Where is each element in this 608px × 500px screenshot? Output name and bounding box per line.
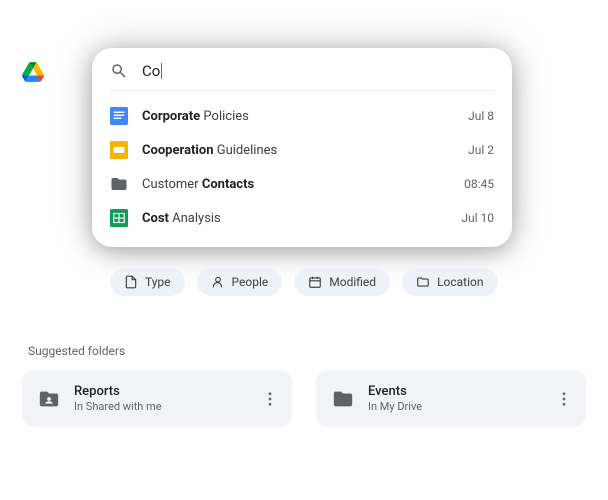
docs-icon — [110, 107, 128, 125]
file-icon — [124, 275, 138, 289]
folder-card-events[interactable]: Events In My Drive — [316, 370, 586, 427]
suggested-folders-heading: Suggested folders — [28, 344, 125, 358]
chip-people[interactable]: People — [197, 268, 283, 296]
result-name: Customer Contacts — [142, 177, 464, 192]
filter-chips: Type People Modified Location — [110, 268, 498, 296]
more-vert-icon — [555, 390, 573, 408]
chip-label: Type — [145, 275, 171, 289]
more-options-button[interactable] — [550, 385, 578, 413]
search-results: Corporate Policies Jul 8 Cooperation Gui… — [92, 91, 512, 247]
result-name: Cost Analysis — [142, 211, 461, 226]
folder-icon — [110, 175, 128, 193]
result-name: Cooperation Guidelines — [142, 143, 468, 158]
shared-folder-icon — [38, 388, 60, 410]
folder-location: In My Drive — [368, 400, 550, 413]
result-date: 08:45 — [464, 177, 494, 191]
chip-label: Modified — [329, 275, 376, 289]
chip-label: People — [232, 275, 269, 289]
search-bar[interactable]: Co — [92, 48, 512, 90]
slides-icon — [110, 141, 128, 159]
calendar-icon — [308, 275, 322, 289]
folder-icon — [332, 388, 354, 410]
chip-type[interactable]: Type — [110, 268, 185, 296]
folder-card-reports[interactable]: Reports In Shared with me — [22, 370, 292, 427]
search-icon — [110, 62, 128, 80]
result-date: Jul 2 — [468, 143, 494, 157]
folder-cards: Reports In Shared with me Events In My D… — [22, 370, 586, 427]
search-dropdown: Co Corporate Policies Jul 8 Cooperation … — [92, 48, 512, 247]
person-icon — [211, 275, 225, 289]
text-cursor — [161, 63, 162, 79]
chip-modified[interactable]: Modified — [294, 268, 390, 296]
search-query-text: Co — [142, 62, 160, 80]
chip-label: Location — [437, 275, 483, 289]
result-date: Jul 10 — [461, 211, 494, 225]
folder-info: Events In My Drive — [368, 384, 550, 413]
result-name: Corporate Policies — [142, 109, 468, 124]
more-options-button[interactable] — [256, 385, 284, 413]
folder-name: Reports — [74, 384, 256, 399]
folder-outline-icon — [416, 275, 430, 289]
folder-location: In Shared with me — [74, 400, 256, 413]
search-result[interactable]: Corporate Policies Jul 8 — [92, 99, 512, 133]
search-result[interactable]: Cost Analysis Jul 10 — [92, 201, 512, 235]
chip-location[interactable]: Location — [402, 268, 497, 296]
folder-name: Events — [368, 384, 550, 399]
drive-logo — [22, 62, 44, 82]
sheets-icon — [110, 209, 128, 227]
search-result[interactable]: Cooperation Guidelines Jul 2 — [92, 133, 512, 167]
search-result[interactable]: Customer Contacts 08:45 — [92, 167, 512, 201]
folder-info: Reports In Shared with me — [74, 384, 256, 413]
more-vert-icon — [261, 390, 279, 408]
result-date: Jul 8 — [468, 109, 494, 123]
